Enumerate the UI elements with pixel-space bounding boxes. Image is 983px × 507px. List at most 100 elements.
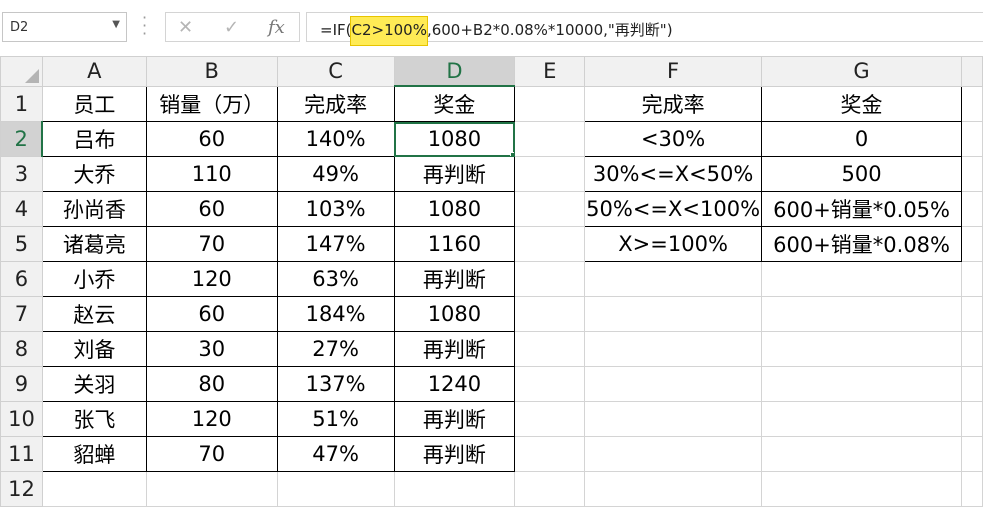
rule-rate[interactable]: 50%<=X<100% <box>584 191 763 227</box>
cell-bonus[interactable]: 再判断 <box>393 331 516 367</box>
cell-rate[interactable]: 137% <box>276 366 395 402</box>
cell[interactable] <box>961 471 983 507</box>
cell-sales[interactable]: 60 <box>145 191 278 227</box>
cell-name[interactable]: 大乔 <box>41 156 147 192</box>
cell[interactable] <box>761 366 963 402</box>
column-header-d[interactable]: D <box>393 56 516 87</box>
cell[interactable] <box>514 121 586 157</box>
row-header[interactable]: 4 <box>0 191 43 227</box>
cell[interactable] <box>961 121 983 157</box>
rule-header-bonus[interactable]: 奖金 <box>761 85 963 122</box>
cell-rate[interactable]: 63% <box>276 261 395 297</box>
cell[interactable] <box>761 261 963 297</box>
rule-bonus[interactable]: 0 <box>761 121 963 157</box>
row-header[interactable]: 8 <box>0 331 43 367</box>
cell-bonus[interactable]: 1080 <box>393 191 516 227</box>
header-bonus[interactable]: 奖金 <box>393 85 516 122</box>
cell-name[interactable]: 貂蝉 <box>41 436 147 472</box>
cell[interactable] <box>514 331 586 367</box>
confirm-icon[interactable]: ✓ <box>224 17 239 38</box>
row-header[interactable]: 2 <box>0 121 44 157</box>
cell-sales[interactable]: 80 <box>145 366 278 402</box>
cell[interactable] <box>961 331 983 367</box>
cell[interactable] <box>584 471 763 507</box>
cell-name[interactable]: 张飞 <box>41 401 147 437</box>
cell-name[interactable]: 关羽 <box>41 366 147 402</box>
cell[interactable] <box>961 261 983 297</box>
column-header-f[interactable]: F <box>584 56 763 87</box>
row-header[interactable]: 7 <box>0 296 43 332</box>
cell-sales[interactable]: 70 <box>145 226 278 262</box>
cell[interactable] <box>514 296 586 332</box>
cell-rate[interactable]: 147% <box>276 226 395 262</box>
cell[interactable] <box>961 191 983 227</box>
cell[interactable] <box>961 401 983 437</box>
name-box[interactable]: D2 ▼ <box>2 12 127 42</box>
cell-rate[interactable]: 140% <box>276 121 395 157</box>
cell[interactable] <box>145 471 278 507</box>
cell-sales[interactable]: 30 <box>145 331 278 367</box>
row-header[interactable]: 6 <box>0 261 43 297</box>
cell-name[interactable]: 吕布 <box>41 121 147 157</box>
cell[interactable] <box>514 85 586 122</box>
cell[interactable] <box>584 401 763 437</box>
cell[interactable] <box>961 366 983 402</box>
column-header-a[interactable]: A <box>41 56 147 87</box>
rule-bonus[interactable]: 500 <box>761 156 963 192</box>
header-sales[interactable]: 销量（万） <box>145 85 278 122</box>
cell-bonus[interactable]: 再判断 <box>393 156 516 192</box>
cell-sales[interactable]: 120 <box>145 401 278 437</box>
cell[interactable] <box>41 471 147 507</box>
cell-name[interactable]: 诸葛亮 <box>41 226 147 262</box>
cell-rate[interactable]: 184% <box>276 296 395 332</box>
cell[interactable] <box>961 85 983 122</box>
cell-rate[interactable]: 49% <box>276 156 395 192</box>
cell[interactable] <box>514 226 586 262</box>
cell-sales[interactable]: 70 <box>145 436 278 472</box>
cell[interactable] <box>584 331 763 367</box>
cancel-icon[interactable]: ✕ <box>178 17 193 38</box>
cell[interactable] <box>761 296 963 332</box>
cell-sales[interactable]: 110 <box>145 156 278 192</box>
row-header[interactable]: 9 <box>0 366 43 402</box>
cell-bonus[interactable]: 1240 <box>393 366 516 402</box>
cell-bonus[interactable]: 再判断 <box>393 261 516 297</box>
cell[interactable] <box>961 296 983 332</box>
cell-name[interactable]: 赵云 <box>41 296 147 332</box>
cell-sales[interactable]: 60 <box>145 296 278 332</box>
rule-bonus[interactable]: 600+销量*0.08% <box>761 226 963 262</box>
rule-rate[interactable]: X>=100% <box>584 226 763 262</box>
cell[interactable] <box>514 366 586 402</box>
column-header-e[interactable]: E <box>514 56 586 87</box>
row-header[interactable]: 11 <box>0 436 43 472</box>
rule-bonus[interactable]: 600+销量*0.05% <box>761 191 963 227</box>
active-cell[interactable]: 1080 <box>393 121 516 157</box>
row-header[interactable]: 1 <box>0 85 43 122</box>
cell-name[interactable]: 刘备 <box>41 331 147 367</box>
cell[interactable] <box>761 471 963 507</box>
select-all-corner[interactable] <box>0 56 43 87</box>
cell[interactable] <box>961 156 983 192</box>
cell-name[interactable]: 小乔 <box>41 261 147 297</box>
cell[interactable] <box>961 436 983 472</box>
cell[interactable] <box>584 436 763 472</box>
cell[interactable] <box>393 471 516 507</box>
cell[interactable] <box>961 226 983 262</box>
cell-sales[interactable]: 120 <box>145 261 278 297</box>
cell[interactable] <box>584 296 763 332</box>
cell-rate[interactable]: 51% <box>276 401 395 437</box>
fill-handle[interactable] <box>510 152 514 156</box>
cell[interactable] <box>761 331 963 367</box>
rule-rate[interactable]: 30%<=X<50% <box>584 156 763 192</box>
chevron-down-icon[interactable]: ▼ <box>112 19 120 30</box>
rule-header-rate[interactable]: 完成率 <box>584 85 763 122</box>
more-options-icon[interactable]: · · · <box>142 10 152 42</box>
cell-sales[interactable]: 60 <box>145 121 278 157</box>
cell[interactable] <box>761 436 963 472</box>
cell[interactable] <box>276 471 395 507</box>
rule-rate[interactable]: <30% <box>584 121 763 157</box>
cell[interactable] <box>514 261 586 297</box>
column-header-b[interactable]: B <box>145 56 278 87</box>
cell-rate[interactable]: 47% <box>276 436 395 472</box>
row-header[interactable]: 5 <box>0 226 43 262</box>
